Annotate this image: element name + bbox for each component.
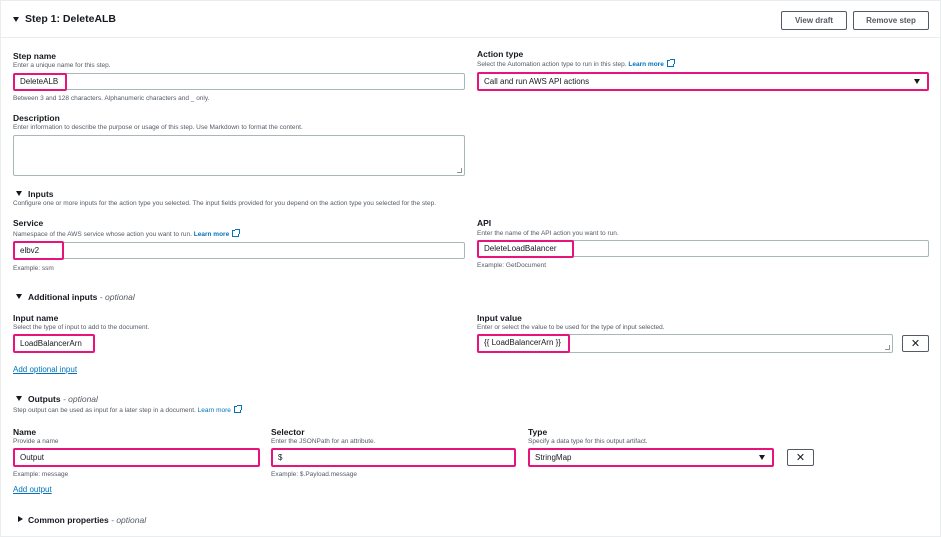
- outputs-caret-icon[interactable]: [16, 396, 22, 401]
- description-label: Description: [13, 113, 60, 123]
- action-type-learn-more-link[interactable]: Learn more: [628, 61, 663, 68]
- description-textarea[interactable]: [13, 135, 465, 176]
- step-name-hint: Between 3 and 128 characters. Alphanumer…: [13, 95, 210, 102]
- external-link-icon: [666, 59, 675, 67]
- api-hint: Example: GetDocument: [477, 262, 547, 269]
- api-input[interactable]: DeleteLoadBalancer: [477, 240, 929, 257]
- additional-inputs-caret-icon[interactable]: [16, 294, 22, 299]
- type-label: Type: [528, 427, 548, 437]
- external-link-icon: [232, 229, 241, 237]
- input-name-label: Input name: [13, 313, 59, 323]
- common-properties-title[interactable]: Common properties - optional: [28, 515, 146, 525]
- remove-input-button[interactable]: ✕: [902, 335, 929, 352]
- service-input[interactable]: elbv2: [13, 242, 465, 259]
- add-optional-input-link[interactable]: Add optional input: [13, 365, 77, 374]
- common-properties-caret-icon[interactable]: [18, 516, 23, 522]
- view-draft-button[interactable]: View draft: [781, 11, 847, 30]
- action-type-description: Select the Automation action type to run…: [477, 59, 675, 68]
- outputs-learn-more-link[interactable]: Learn more: [198, 407, 231, 414]
- service-description: Namespace of the AWS service whose actio…: [13, 229, 241, 238]
- step-name-input[interactable]: DeleteALB: [13, 73, 465, 90]
- input-name-description: Select the type of input to add to the d…: [13, 324, 150, 331]
- input-value-label: Input value: [477, 313, 522, 323]
- action-type-label: Action type: [477, 49, 524, 59]
- external-link-icon: [233, 405, 242, 413]
- description-hint: Enter information to describe the purpos…: [13, 124, 303, 131]
- service-label: Service: [13, 218, 44, 228]
- selector-input[interactable]: $: [271, 449, 516, 466]
- selector-hint: Example: $.Payload.message: [271, 471, 357, 478]
- selector-label: Selector: [271, 427, 305, 437]
- service-hint: Example: ssm: [13, 265, 54, 272]
- type-select[interactable]: StringMap: [528, 449, 774, 466]
- service-learn-more-link[interactable]: Learn more: [194, 231, 229, 238]
- additional-inputs-title: Additional inputs - optional: [28, 292, 135, 302]
- api-description: Enter the name of the API action you wan…: [477, 230, 619, 237]
- outputs-description: Step output can be used as input for a l…: [13, 405, 242, 414]
- input-name-field[interactable]: LoadBalancerArn: [13, 335, 95, 352]
- add-output-link[interactable]: Add output: [13, 485, 52, 494]
- dropdown-caret-icon: [759, 455, 765, 460]
- inputs-caret-icon[interactable]: [16, 191, 22, 196]
- remove-output-button[interactable]: ✕: [787, 449, 814, 466]
- outputs-title: Outputs - optional: [28, 394, 98, 404]
- resize-handle-icon[interactable]: [457, 168, 462, 173]
- output-name-hint: Example: message: [13, 471, 69, 478]
- input-value-field[interactable]: {{ LoadBalancerArn }}: [477, 334, 893, 353]
- step-panel: Step 1: DeleteALB View draft Remove step…: [0, 0, 941, 537]
- inputs-description: Configure one or more inputs for the act…: [13, 200, 437, 207]
- step-name-label: Step name: [13, 51, 56, 61]
- action-type-select[interactable]: Call and run AWS API actions: [477, 73, 929, 90]
- type-description: Specify a data type for this output arti…: [528, 438, 648, 445]
- output-name-input[interactable]: Output: [13, 449, 260, 466]
- api-label: API: [477, 218, 492, 228]
- selector-description: Enter the JSONPath for an attribute.: [271, 438, 376, 445]
- collapse-caret-icon[interactable]: [13, 17, 19, 22]
- step-name-description: Enter a unique name for this step.: [13, 62, 111, 69]
- remove-step-button[interactable]: Remove step: [853, 11, 929, 30]
- inputs-title: Inputs: [28, 189, 54, 199]
- resize-handle-icon[interactable]: [885, 345, 890, 350]
- output-name-description: Provide a name: [13, 438, 59, 445]
- output-name-label: Name: [13, 427, 37, 437]
- step-header: Step 1: DeleteALB View draft Remove step: [1, 1, 940, 38]
- step-title: Step 1: DeleteALB: [25, 13, 117, 25]
- input-value-description: Enter or select the value to be used for…: [477, 324, 665, 331]
- dropdown-caret-icon: [914, 79, 920, 84]
